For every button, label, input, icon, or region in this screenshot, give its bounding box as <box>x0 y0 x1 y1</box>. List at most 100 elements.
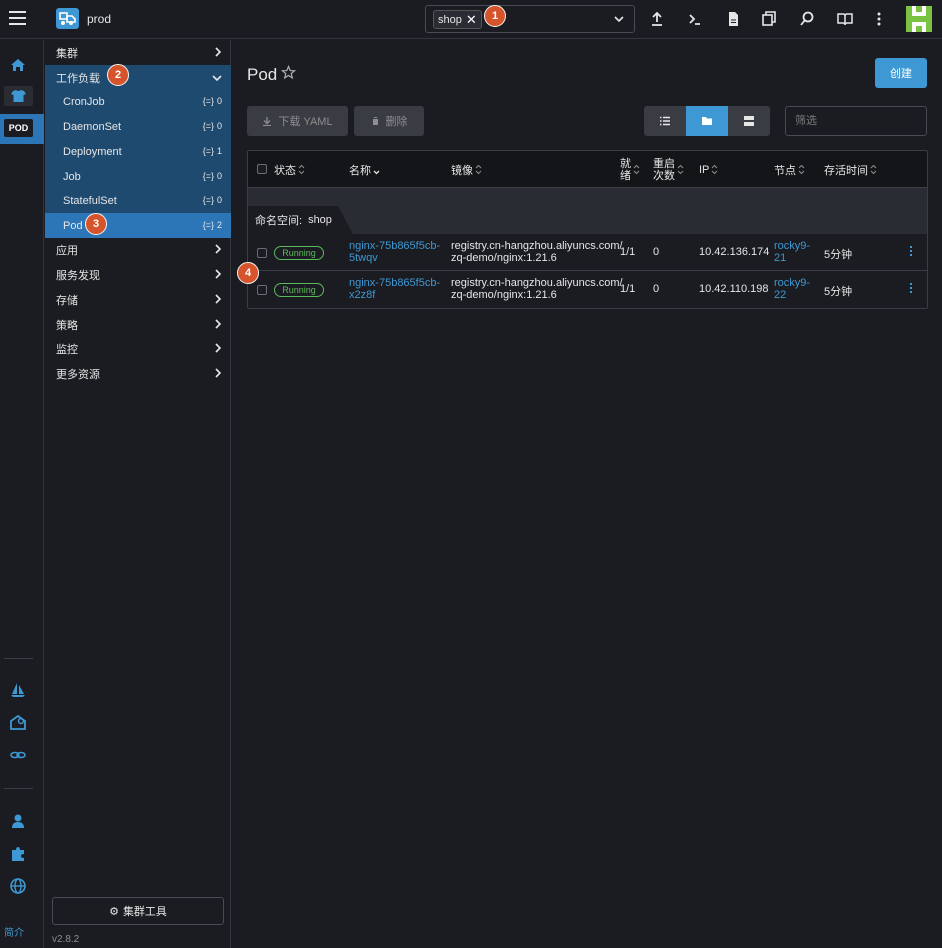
user-icon[interactable] <box>9 812 27 830</box>
node-link[interactable]: rocky9- 21 <box>774 240 810 264</box>
page-title: Pod <box>247 65 278 84</box>
home-icon[interactable] <box>9 56 27 74</box>
namespace-group-label: 命名空间: <box>255 215 303 227</box>
sidebar-item-daemonset[interactable]: DaemonSet {=} 0 <box>45 114 231 139</box>
column-ip[interactable]: IP <box>699 151 718 188</box>
delete-button[interactable]: 删除 <box>354 106 424 136</box>
column-age[interactable]: 存活时间 <box>824 151 877 188</box>
server-icon <box>744 116 754 126</box>
sort-icon <box>475 164 482 175</box>
row-checkbox[interactable] <box>257 248 267 258</box>
close-icon[interactable]: ✕ <box>466 12 477 28</box>
delete-label: 删除 <box>385 116 408 128</box>
column-ready[interactable]: 就绪 <box>620 151 640 188</box>
select-all-checkbox[interactable] <box>257 164 267 174</box>
cluster-tools-label: 集群工具 <box>122 906 167 918</box>
search-icon[interactable] <box>798 10 816 28</box>
row-checkbox[interactable] <box>257 285 267 295</box>
namespace-group-row: 命名空间: shop <box>248 188 927 234</box>
sidebar-group-policy[interactable]: 策略 <box>45 312 231 337</box>
group-by-node-button[interactable] <box>728 106 770 136</box>
namespaced-icon: {=} <box>202 96 214 106</box>
column-state[interactable]: 状态 <box>274 151 305 188</box>
version-label: v2.8.2 <box>52 934 80 945</box>
row-actions-icon[interactable] <box>909 283 913 297</box>
chevron-right-icon <box>215 269 222 279</box>
chevron-down-icon[interactable] <box>614 12 624 26</box>
upload-icon[interactable] <box>648 10 666 28</box>
sidebar-group-label: 存储 <box>56 294 78 307</box>
terminal-icon[interactable] <box>686 10 704 28</box>
pod-ready: 1/1 <box>620 283 636 295</box>
sidebar-item-statefulset[interactable]: StatefulSet {=} 0 <box>45 188 231 213</box>
pod-image: registry.cn-hangzhou.aliyuncs.com/zq-dem… <box>451 240 623 264</box>
sort-icon <box>633 164 640 175</box>
more-vertical-icon[interactable] <box>870 10 888 28</box>
menu-icon[interactable] <box>9 11 26 25</box>
sidebar-group-storage[interactable]: 存储 <box>45 287 231 312</box>
annotation-badge-4: 4 <box>237 262 259 284</box>
resource-count: {=} 0 <box>202 96 222 106</box>
pod-ip: 10.42.110.198 <box>699 283 769 295</box>
namespaced-icon: {=} <box>202 195 214 205</box>
star-icon[interactable] <box>281 65 296 80</box>
cluster-shirt-icon[interactable] <box>4 86 33 106</box>
sidebar-group-label: 集群 <box>56 47 78 60</box>
sidebar-group-workload[interactable]: 工作负载 <box>45 65 231 90</box>
chevron-right-icon <box>215 368 222 378</box>
pod-age: 5分钟 <box>824 286 853 298</box>
sidebar-item-deployment[interactable]: Deployment {=} 1 <box>45 139 231 164</box>
file-icon[interactable] <box>724 10 742 28</box>
resource-count: {=} 1 <box>202 146 222 156</box>
sidebar-group-more-resources[interactable]: 更多资源 <box>45 361 231 386</box>
list-view-button[interactable] <box>644 106 686 136</box>
sidebar-item-pod[interactable]: Pod {=} 2 <box>45 213 231 238</box>
sidebar-group-service-discovery[interactable]: 服务发现 <box>45 262 231 287</box>
sidebar-group-cluster[interactable]: 集群 <box>45 40 231 65</box>
filter-input[interactable] <box>785 106 927 136</box>
view-mode-toggle <box>644 106 770 136</box>
column-name[interactable]: 名称 <box>349 151 380 188</box>
sailboat-icon[interactable] <box>9 681 27 699</box>
cluster-tools-button[interactable]: ⚙ 集群工具 <box>52 897 224 925</box>
column-image[interactable]: 镜像 <box>451 151 482 188</box>
pod-name-link[interactable]: nginx-75b865f5cb- 5twqv <box>349 240 440 264</box>
create-button[interactable]: 创建 <box>875 58 927 88</box>
copy-icon[interactable] <box>760 10 778 28</box>
sort-icon <box>677 164 684 175</box>
sidebar-item-label: StatefulSet <box>63 194 117 207</box>
pod-ready: 1/1 <box>620 246 636 258</box>
chevron-right-icon <box>215 319 222 329</box>
node-link[interactable]: rocky9- 22 <box>774 277 810 301</box>
sidebar-item-job[interactable]: Job {=} 0 <box>45 164 231 189</box>
download-yaml-button[interactable]: 下载 YAML <box>247 106 348 136</box>
warehouse-icon[interactable] <box>9 713 27 731</box>
rail-item-pod[interactable]: POD <box>0 114 44 144</box>
about-link[interactable]: 简介 <box>4 924 24 939</box>
app-rail: POD 简介 <box>0 40 44 948</box>
namespaced-icon: {=} <box>202 121 214 131</box>
column-restarts[interactable]: 重启 次数 <box>653 151 684 188</box>
sidebar-group-label: 应用 <box>56 244 78 257</box>
globe-icon[interactable] <box>9 877 27 895</box>
sidebar-group-monitoring[interactable]: 监控 <box>45 336 231 361</box>
row-actions-icon[interactable] <box>909 246 913 260</box>
cluster-name[interactable]: prod <box>87 12 111 26</box>
book-icon[interactable] <box>836 10 854 28</box>
chain-icon[interactable] <box>9 746 27 764</box>
sidebar-group-apps[interactable]: 应用 <box>45 237 231 262</box>
puzzle-icon[interactable] <box>9 845 27 863</box>
group-by-namespace-button[interactable] <box>686 106 728 136</box>
sort-icon <box>870 164 877 175</box>
sidebar-item-cronjob[interactable]: CronJob {=} 0 <box>45 89 231 114</box>
resource-count: {=} 2 <box>202 220 222 230</box>
pod-image: registry.cn-hangzhou.aliyuncs.com/zq-dem… <box>451 277 623 301</box>
sidebar-group-label: 工作负载 <box>56 72 100 85</box>
avatar[interactable] <box>906 6 932 32</box>
namespace-selector[interactable]: shop ✕ <box>425 5 635 33</box>
sidebar-group-label: 更多资源 <box>56 368 100 381</box>
sort-desc-icon <box>373 170 380 175</box>
sidebar-group-label: 监控 <box>56 343 78 356</box>
pod-name-link[interactable]: nginx-75b865f5cb-x2z8f <box>349 277 440 301</box>
column-node[interactable]: 节点 <box>774 151 805 188</box>
